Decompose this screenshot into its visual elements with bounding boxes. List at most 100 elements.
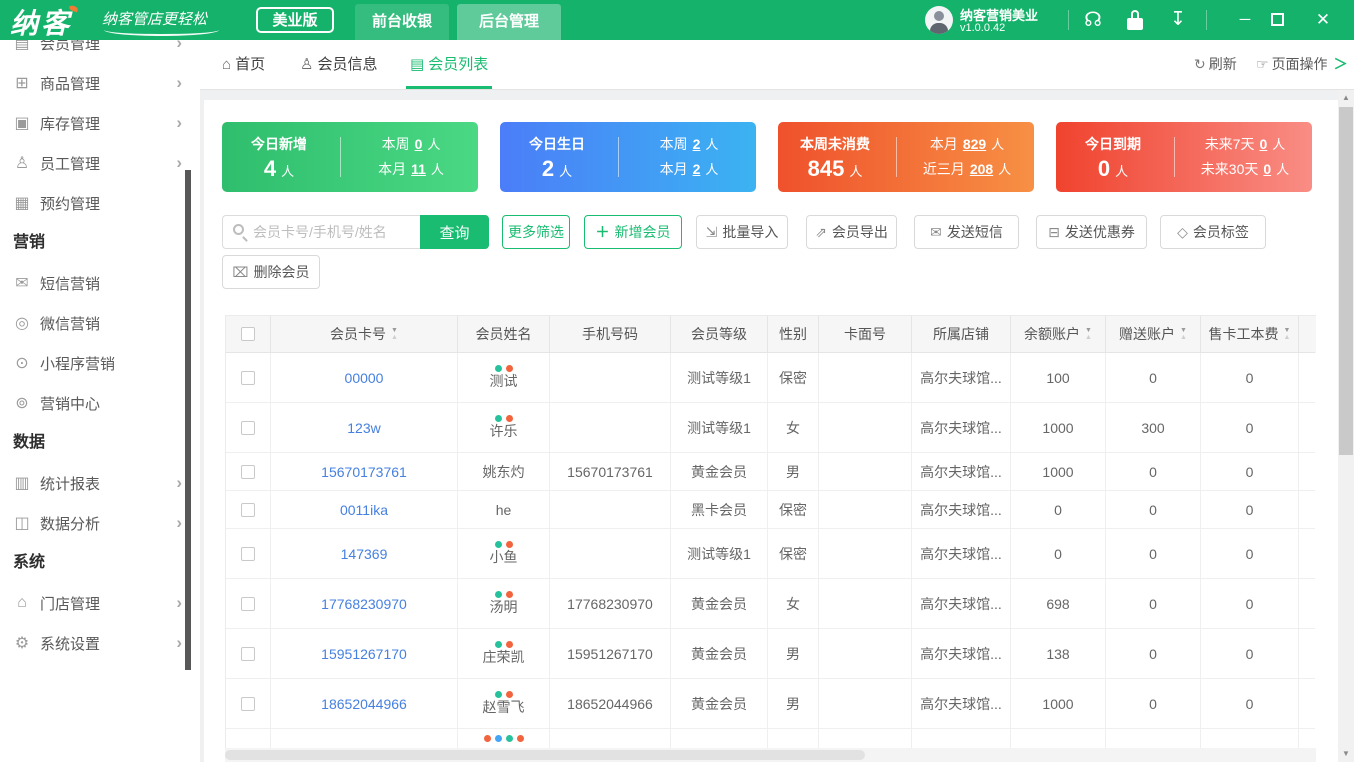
sidebar-item-14[interactable]: ⌂ 门店管理 › [0, 583, 200, 623]
toolbar-button-3[interactable]: ⇗ 会员导出 [806, 215, 897, 249]
substat-value[interactable]: 11 [411, 161, 426, 177]
row-checkbox[interactable] [241, 502, 255, 517]
substat-label: 近三月 [922, 161, 965, 177]
minimize-button[interactable]: ─ [1230, 0, 1260, 40]
member-tag-dot [494, 641, 502, 648]
header-checkbox[interactable] [241, 327, 255, 341]
sidebar-item-2[interactable]: ▣ 库存管理 › [0, 103, 200, 143]
toolbar-button-6[interactable]: ◇ 会员标签 [1160, 215, 1266, 249]
toolbar-button-5[interactable]: ⊟ 发送优惠券 [1036, 215, 1147, 249]
sidebar-item-0[interactable]: ▤ 会员管理 › [0, 40, 200, 63]
substat-value[interactable]: 0 [415, 136, 423, 152]
member-card-link[interactable]: 147369 [341, 546, 388, 562]
card-fee-cell: 0 [1201, 353, 1299, 403]
sidebar-item-6[interactable]: ✉ 短信营销 [0, 263, 200, 303]
toolbar-button-1[interactable]: ＋新增会员 [584, 215, 682, 249]
scroll-up-icon[interactable]: ▲ [1338, 90, 1354, 106]
sidebar-item-9[interactable]: ⊚ 营销中心 [0, 383, 200, 423]
vertical-scrollbar: ▲ ▼ [1338, 90, 1354, 762]
sort-icon[interactable]: ▼ ▲ [1180, 327, 1187, 341]
row-checkbox[interactable] [241, 546, 255, 561]
sidebar-item-7[interactable]: ◎ 微信营销 [0, 303, 200, 343]
toolbar-button-0[interactable]: 更多筛选 [502, 215, 570, 249]
gender-cell-text: 女 [786, 595, 800, 612]
sort-icon[interactable]: ▼ ▲ [391, 327, 398, 341]
toolbar-button-4[interactable]: ✉ 发送短信 [914, 215, 1019, 249]
sort-icon[interactable]: ▼ ▲ [1085, 327, 1092, 341]
substat-label: 本周 [659, 136, 688, 152]
sidebar-item-1[interactable]: ⊞ 商品管理 › [0, 63, 200, 103]
customer-service-icon[interactable]: ☊ [1078, 0, 1108, 40]
sidebar-item-15[interactable]: ⚙ 系统设置 › [0, 623, 200, 663]
nav-tab-admin[interactable]: 后台管理 [457, 4, 561, 40]
member-card-link[interactable]: 123w [347, 420, 380, 436]
chevron-right-icon: › [176, 473, 182, 492]
row-checkbox[interactable] [241, 464, 255, 479]
maximize-button[interactable] [1271, 13, 1284, 26]
sidebar-item-12[interactable]: ◫ 数据分析 › [0, 503, 200, 543]
stub-cell [1299, 729, 1315, 748]
substat-value[interactable]: 0 [1259, 136, 1267, 152]
horizontal-scrollbar[interactable] [225, 748, 1316, 762]
sidebar-item-label: 小程序营销 [40, 355, 116, 373]
sidebar: ▤ 会员管理 › ⊞ 商品管理 › ▣ 库存管理 › ♙ 员工管理 › ▦ 预约管理 营销 ✉ 短信营销 ◎ 微信营… [0, 40, 200, 762]
member-tag-dot [505, 541, 513, 548]
card-no-cell: 17768230970 [271, 579, 458, 629]
substat-value[interactable]: 2 [693, 136, 701, 152]
search-input[interactable] [253, 221, 413, 243]
sidebar-item-8[interactable]: ⊙ 小程序营销 [0, 343, 200, 383]
card-no-cell: 18652044966 [271, 679, 458, 729]
toolbar-button-2[interactable]: ⇲ 批量导入 [696, 215, 788, 249]
member-card-link[interactable]: 0011ika [340, 502, 388, 518]
row-checkbox[interactable] [241, 646, 255, 661]
member-card-link[interactable]: 00000 [345, 370, 384, 386]
card-fee-cell-text: 0 [1245, 463, 1254, 480]
header-divider [1206, 10, 1207, 30]
tab-member-list[interactable]: ▤ 会员列表 [405, 40, 493, 89]
search-button[interactable]: 查询 [420, 215, 489, 249]
close-button[interactable]: ✕ [1308, 0, 1338, 40]
member-name: 赵雪飞 [482, 699, 525, 715]
edition-badge[interactable]: 美业版 [256, 7, 334, 33]
substat-value[interactable]: 829 [963, 136, 986, 152]
member-card-link[interactable]: 15670173761 [321, 464, 407, 480]
stat-card-substat-0: 本周 2 人 [626, 132, 752, 157]
balance-cell-text: 1000 [1042, 695, 1074, 712]
row-checkbox[interactable] [241, 696, 255, 711]
sidebar-scrollbar[interactable] [185, 170, 191, 670]
vertical-scrollbar-thumb[interactable] [1339, 107, 1353, 455]
card-fee-cell-text: 0 [1245, 419, 1254, 436]
column-label: 会员姓名 [475, 326, 532, 342]
delete-member-button[interactable]: ⌧ 删除会员 [222, 255, 320, 289]
member-card-link[interactable]: 17768230970 [321, 596, 407, 612]
nav-tab-cashier[interactable]: 前台收银 [355, 4, 449, 40]
stat-card-0: 今日新增 4 人本周 0 人本月 11 人 [222, 122, 478, 192]
calendar-icon: ▦ [14, 195, 30, 212]
scroll-down-icon[interactable]: ▼ [1338, 746, 1354, 762]
refresh-button[interactable]: ↻ 刷新 [1194, 40, 1237, 89]
sidebar-item-4[interactable]: ▦ 预约管理 [0, 183, 200, 223]
sort-icon[interactable]: ▼ ▲ [1284, 327, 1291, 341]
sidebar-item-11[interactable]: ▥ 统计报表 › [0, 463, 200, 503]
substat-unit: 人 [1272, 137, 1286, 152]
substat-value[interactable]: 2 [693, 161, 701, 177]
gender-cell: 保密 [768, 491, 819, 529]
tab-member-info[interactable]: ♙ 会员信息 [300, 40, 377, 89]
substat-unit: 人 [1276, 162, 1290, 177]
plus-icon: ＋ [595, 224, 610, 240]
sidebar-item-label: 商品管理 [40, 75, 101, 93]
card-no-cell [271, 729, 458, 748]
member-card-link[interactable]: 18652044966 [321, 696, 407, 712]
substat-value[interactable]: 0 [1263, 161, 1271, 177]
row-checkbox[interactable] [241, 420, 255, 435]
horizontal-scrollbar-thumb[interactable] [225, 750, 865, 760]
member-card-link[interactable]: 15951267170 [321, 646, 407, 662]
page-actions-button[interactable]: ☞ 页面操作 ＞ [1256, 40, 1348, 89]
sidebar-item-3[interactable]: ♙ 员工管理 › [0, 143, 200, 183]
avatar[interactable] [925, 6, 953, 34]
row-checkbox[interactable] [241, 370, 255, 385]
tab-home[interactable]: ⌂ 首页 [222, 40, 265, 89]
substat-value[interactable]: 208 [970, 161, 993, 177]
download-icon[interactable]: ↧ [1163, 0, 1193, 40]
row-checkbox[interactable] [241, 596, 255, 611]
